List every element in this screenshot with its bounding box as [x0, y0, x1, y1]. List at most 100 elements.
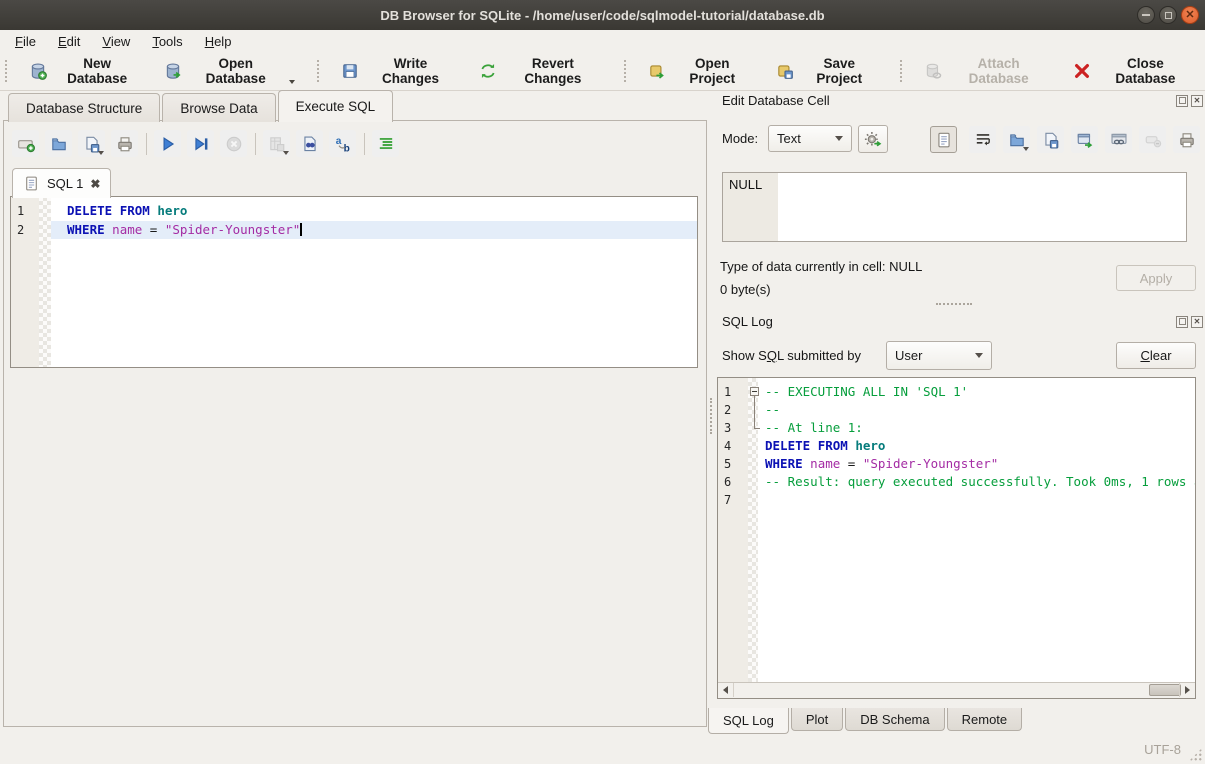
code-text [762, 491, 1195, 509]
sql-editor-toolbar [12, 130, 405, 157]
log-horizontal-scrollbar[interactable] [718, 682, 1195, 698]
token-kw: WHERE [765, 456, 803, 471]
text-cursor [300, 223, 302, 236]
tab-database-structure[interactable]: Database Structure [8, 93, 160, 122]
minimize-button[interactable] [1137, 6, 1155, 24]
resize-grip[interactable] [1189, 748, 1202, 761]
toolbar-separator [317, 60, 319, 82]
open-database-button[interactable]: Open Database [155, 50, 304, 92]
sql-editor[interactable]: 1 DELETE FROM hero2WHERE name = "Spider-Y… [10, 196, 698, 368]
fold-marker-icon[interactable] [748, 401, 762, 419]
write-changes-button[interactable]: Write Changes [332, 50, 464, 92]
auto-format-button[interactable] [372, 130, 399, 157]
text-mode-button[interactable] [930, 126, 957, 153]
dropdown-caret-icon[interactable] [289, 80, 295, 84]
tab-browse-data[interactable]: Browse Data [162, 93, 275, 122]
panes-splitter[interactable] [710, 398, 712, 434]
token-tbl: hero [157, 203, 187, 218]
revert-changes-button[interactable]: Revert Changes [470, 50, 610, 92]
save-sql-file-button[interactable] [78, 130, 105, 157]
code-line: 6-- Result: query executed successfully.… [718, 473, 1195, 491]
cell-size-info: 0 byte(s) [720, 282, 771, 297]
float-dock-icon[interactable] [1176, 316, 1188, 328]
close-sql-tab-icon[interactable]: ✖ [90, 178, 100, 190]
token-pl [112, 203, 120, 218]
log-filter-value: User [895, 348, 922, 363]
code-line: 3 -- At line 1: [718, 419, 1195, 437]
save-project-button[interactable]: Save Project [767, 50, 887, 92]
maximize-button[interactable] [1159, 6, 1177, 24]
window-controls: ✕ [1137, 6, 1199, 24]
mode-select[interactable]: Text [768, 125, 852, 152]
code-text: -- At line 1: [762, 419, 1195, 437]
new-database-label: New Database [54, 56, 141, 86]
code-text: -- EXECUTING ALL IN 'SQL 1' [762, 383, 1195, 401]
export-data-icon [1042, 131, 1060, 149]
code-text: DELETE FROM hero [51, 202, 697, 221]
float-dock-icon[interactable] [1176, 95, 1188, 107]
line-number: 3 [718, 419, 748, 437]
menu-tools[interactable]: Tools [141, 32, 193, 51]
sql-log-view[interactable]: 1-- EXECUTING ALL IN 'SQL 1'2--3-- At li… [717, 377, 1196, 699]
set-as-link-button[interactable] [1105, 126, 1132, 153]
find-replace-button[interactable] [329, 130, 356, 157]
auto-switch-mode-button[interactable] [858, 125, 888, 153]
chevron-down-icon [835, 136, 843, 141]
cell-editor[interactable]: NULL [722, 172, 1187, 242]
tab-execute-sql[interactable]: Execute SQL [278, 90, 394, 122]
close-icon: ✕ [1185, 10, 1194, 21]
execute-all-button[interactable] [154, 130, 181, 157]
fold-marker-icon[interactable] [748, 419, 762, 437]
token-id: name [112, 222, 142, 237]
close-database-icon [1073, 62, 1091, 80]
export-data-button[interactable] [1037, 126, 1064, 153]
sql-tab[interactable]: SQL 1 ✖ [12, 168, 111, 198]
apply-button[interactable]: Apply [1116, 265, 1196, 291]
docks-splitter[interactable] [936, 303, 972, 305]
scroll-right-arrow-icon[interactable] [1179, 683, 1195, 697]
new-sql-tab-button[interactable] [12, 130, 39, 157]
code-line: 2-- [718, 401, 1195, 419]
scroll-left-arrow-icon[interactable] [718, 683, 734, 697]
write-changes-icon [341, 62, 359, 80]
toolbar-separator [364, 133, 365, 155]
fold-margin [748, 491, 762, 509]
dropdown-caret-icon [1023, 147, 1029, 151]
open-sql-file-button[interactable] [45, 130, 72, 157]
dock-tab-sql-log[interactable]: SQL Log [708, 708, 789, 734]
new-database-button[interactable]: New Database [20, 50, 150, 92]
cell-type-info: Type of data currently in cell: NULL [720, 259, 922, 274]
dock-tab-remote[interactable]: Remote [947, 708, 1023, 731]
mode-label: Mode: [722, 131, 758, 146]
close-dock-icon[interactable] [1191, 95, 1203, 107]
print-sql-button[interactable] [111, 130, 138, 157]
dock-tab-plot[interactable]: Plot [791, 708, 843, 731]
export-results-icon [268, 135, 286, 153]
execute-current-line-button[interactable] [187, 130, 214, 157]
fold-margin [39, 202, 51, 221]
menu-view[interactable]: View [91, 32, 141, 51]
menu-edit[interactable]: Edit [47, 32, 91, 51]
line-number: 1 [11, 202, 39, 221]
menu-help[interactable]: Help [194, 32, 243, 51]
open-in-external-app-button[interactable] [1071, 126, 1098, 153]
menu-file[interactable]: File [4, 32, 47, 51]
clear-log-button[interactable]: Clear [1116, 342, 1196, 369]
revert-changes-label: Revert Changes [504, 56, 601, 86]
word-wrap-button[interactable] [969, 126, 996, 153]
dropdown-caret-icon [283, 151, 289, 155]
fold-marker-icon[interactable] [748, 383, 762, 401]
print-cell-button[interactable] [1173, 126, 1200, 153]
close-dock-icon[interactable] [1191, 316, 1203, 328]
open-project-button[interactable]: Open Project [639, 50, 761, 92]
dock-tab-db-schema[interactable]: DB Schema [845, 708, 944, 731]
scrollbar-thumb[interactable] [1149, 684, 1181, 696]
find-button[interactable] [296, 130, 323, 157]
code-line: 2WHERE name = "Spider-Youngster" [11, 221, 697, 240]
close-window-button[interactable]: ✕ [1181, 6, 1199, 24]
log-filter-select[interactable]: User [886, 341, 992, 370]
encoding-status: UTF-8 [1144, 742, 1181, 757]
close-database-button[interactable]: Close Database [1064, 50, 1202, 92]
import-data-button[interactable] [1003, 126, 1030, 153]
main-toolbar: New Database Open Database Write Changes Re… [0, 52, 1205, 91]
